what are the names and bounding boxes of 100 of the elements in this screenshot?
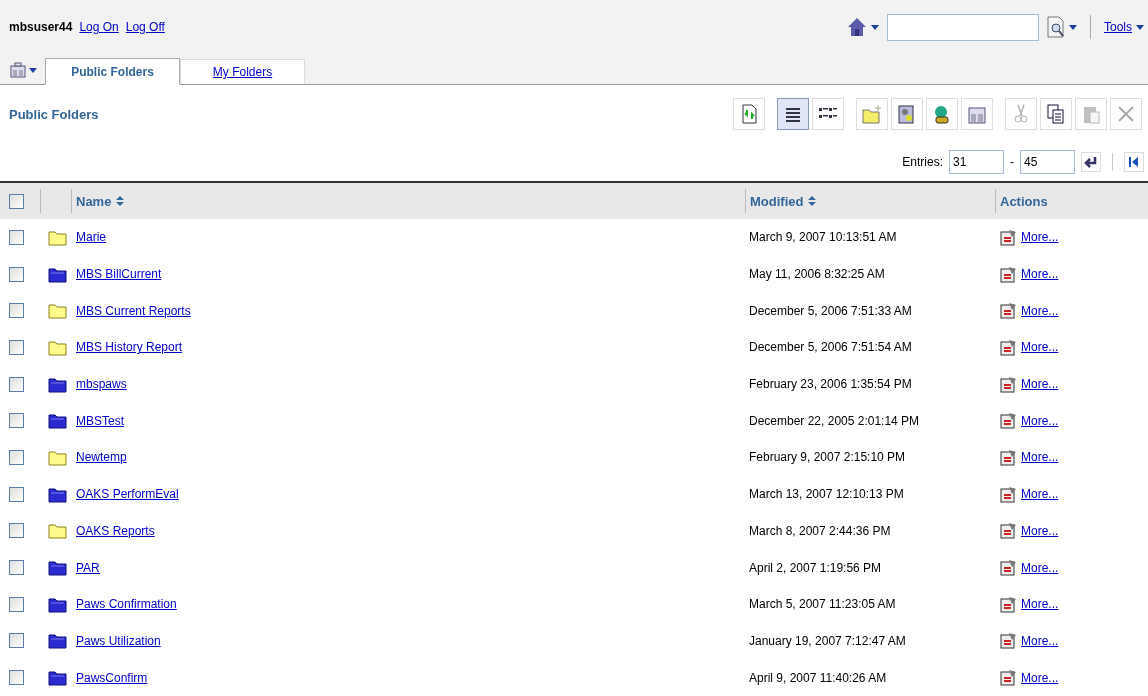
modified-date: March 8, 2007 2:44:36 PM xyxy=(749,523,891,538)
column-header[interactable]: Name xyxy=(76,193,112,209)
more-link[interactable]: More... xyxy=(1021,560,1059,575)
properties-icon[interactable] xyxy=(1000,485,1017,503)
column-header[interactable]: Modified xyxy=(750,193,804,209)
copy-button[interactable] xyxy=(1040,98,1072,130)
checkbox[interactable] xyxy=(9,449,24,465)
checkbox[interactable] xyxy=(9,413,24,429)
checkbox[interactable] xyxy=(9,596,24,612)
folder-link[interactable]: OAKS PerformEval xyxy=(76,487,179,502)
page-title: Public Folders xyxy=(9,106,99,122)
caret-icon[interactable] xyxy=(1069,24,1077,30)
package-folder-icon xyxy=(48,632,67,650)
checkbox[interactable] xyxy=(9,523,24,539)
folder-icon xyxy=(48,228,67,246)
go-button[interactable] xyxy=(1081,152,1101,172)
enter-icon xyxy=(1084,156,1098,168)
properties-icon[interactable] xyxy=(1000,302,1017,320)
folder-link[interactable]: MBS Current Reports xyxy=(76,303,191,318)
folder-link[interactable]: Paws Utilization xyxy=(76,633,161,648)
caret-icon[interactable] xyxy=(29,67,37,73)
folder-link[interactable]: PawsConfirm xyxy=(76,670,148,685)
folder-tab[interactable]: Public Folders xyxy=(45,58,180,85)
modified-date: February 9, 2007 2:15:10 PM xyxy=(749,450,906,465)
package-folder-icon xyxy=(48,485,67,503)
folder-link[interactable]: MBSTest xyxy=(76,413,124,428)
folder-link[interactable]: Paws Confirmation xyxy=(76,597,177,612)
modified-date: December 5, 2006 7:51:54 AM xyxy=(749,340,912,355)
more-link[interactable]: More... xyxy=(1021,670,1059,685)
folder-link[interactable]: MBS History Report xyxy=(76,340,183,355)
folder-link[interactable]: mbspaws xyxy=(76,377,127,392)
account-link[interactable]: Log On xyxy=(79,20,119,34)
properties-icon[interactable] xyxy=(1000,448,1017,466)
folder-link[interactable]: Marie xyxy=(76,230,106,245)
search-document-icon[interactable] xyxy=(1047,16,1065,38)
checkbox[interactable] xyxy=(9,266,24,282)
properties-icon[interactable] xyxy=(1000,559,1017,577)
checkbox[interactable] xyxy=(9,193,24,209)
properties-icon[interactable] xyxy=(1000,412,1017,430)
refresh-button[interactable] xyxy=(733,98,765,130)
properties-icon[interactable] xyxy=(1000,522,1017,540)
more-link[interactable]: More... xyxy=(1021,597,1059,612)
modified-date: April 9, 2007 11:40:26 AM xyxy=(749,670,887,685)
properties-icon[interactable] xyxy=(1000,265,1017,283)
checkbox[interactable] xyxy=(9,376,24,392)
home-icon[interactable] xyxy=(847,17,867,37)
modified-date: December 22, 2005 2:01:14 PM xyxy=(749,413,920,428)
package-folder-icon xyxy=(48,375,67,393)
modified-date: March 13, 2007 12:10:13 PM xyxy=(749,487,904,502)
folder-link[interactable]: PAR xyxy=(76,560,100,575)
more-link[interactable]: More... xyxy=(1021,303,1059,318)
more-link[interactable]: More... xyxy=(1021,230,1059,245)
more-link[interactable]: More... xyxy=(1021,267,1059,282)
folder-link[interactable]: MBS BillCurrent xyxy=(76,267,162,282)
checkbox[interactable] xyxy=(9,486,24,502)
building-icon[interactable] xyxy=(10,62,26,78)
checkbox[interactable] xyxy=(9,633,24,649)
details-view-button[interactable] xyxy=(812,98,844,130)
list-view-button[interactable] xyxy=(777,98,809,130)
properties-icon[interactable] xyxy=(1000,228,1017,246)
checkbox[interactable] xyxy=(9,560,24,576)
properties-icon[interactable] xyxy=(1000,632,1017,650)
gear-document-icon xyxy=(897,104,917,124)
folder-icon xyxy=(48,448,67,466)
modified-date: March 5, 2007 11:23:05 AM xyxy=(749,597,896,612)
caret-icon[interactable] xyxy=(871,24,879,30)
account-link[interactable]: Log Off xyxy=(125,20,165,34)
checkbox[interactable] xyxy=(9,229,24,245)
more-link[interactable]: More... xyxy=(1021,340,1059,355)
to-field[interactable]: 45 xyxy=(1020,150,1075,174)
tools-menu[interactable]: Tools xyxy=(1104,20,1132,34)
folder-icon xyxy=(48,522,67,540)
globe-link-button[interactable] xyxy=(926,98,958,130)
checkbox[interactable] xyxy=(9,339,24,355)
more-link[interactable]: More... xyxy=(1021,633,1059,648)
checkbox[interactable] xyxy=(9,303,24,319)
more-link[interactable]: More... xyxy=(1021,377,1059,392)
from-field[interactable]: 31 xyxy=(949,150,1004,174)
properties-icon[interactable] xyxy=(1000,669,1017,687)
more-link[interactable]: More... xyxy=(1021,450,1059,465)
caret-icon[interactable] xyxy=(1136,24,1144,30)
delete-icon xyxy=(1116,104,1136,124)
folder-tab[interactable]: My Folders xyxy=(180,59,305,84)
gear-document-button[interactable] xyxy=(891,98,923,130)
column-header: Actions xyxy=(1000,193,1048,209)
sort-icon[interactable] xyxy=(116,196,125,206)
properties-icon[interactable] xyxy=(1000,375,1017,393)
search-field[interactable] xyxy=(887,13,1039,41)
folder-link[interactable]: OAKS Reports xyxy=(76,523,155,538)
folder-link[interactable]: Newtemp xyxy=(76,450,127,465)
properties-icon[interactable] xyxy=(1000,595,1017,613)
checkbox[interactable] xyxy=(9,670,24,686)
more-link[interactable]: More... xyxy=(1021,523,1059,538)
properties-icon[interactable] xyxy=(1000,338,1017,356)
sort-icon[interactable] xyxy=(808,196,817,206)
more-link[interactable]: More... xyxy=(1021,413,1059,428)
first-page-button[interactable] xyxy=(1124,152,1144,172)
new-page-button[interactable] xyxy=(961,98,993,130)
modified-date: April 2, 2007 1:19:56 PM xyxy=(749,560,882,575)
more-link[interactable]: More... xyxy=(1021,487,1059,502)
